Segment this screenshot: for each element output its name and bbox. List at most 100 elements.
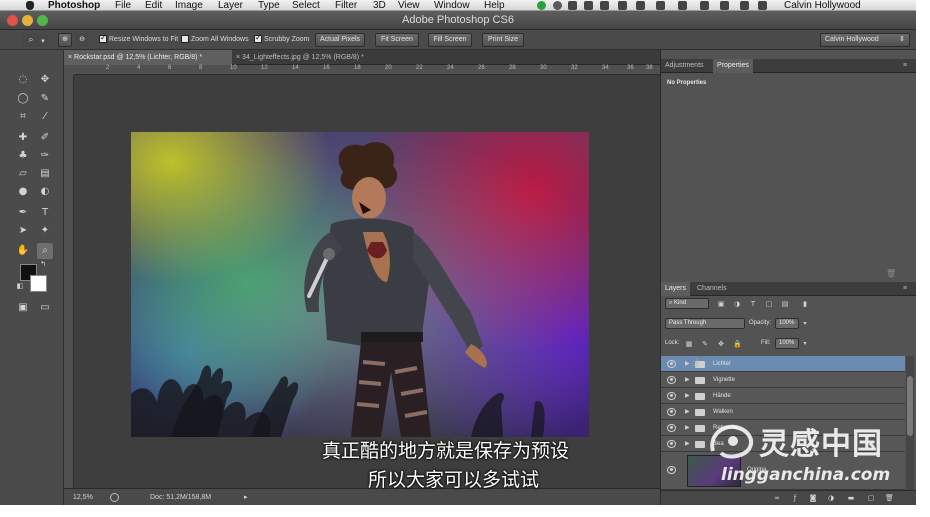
- history-brush-tool-icon[interactable]: ✑: [37, 148, 53, 164]
- visibility-eye-icon[interactable]: [667, 376, 676, 384]
- zoom-level[interactable]: 12,5%: [73, 489, 93, 505]
- tab-properties[interactable]: Properties: [713, 59, 753, 73]
- zoom-out-button[interactable]: ⊖: [75, 33, 89, 47]
- expand-arrow-icon[interactable]: ▶: [685, 436, 690, 452]
- filter-kind-dropdown[interactable]: ⌕ Kind: [665, 298, 709, 309]
- zoom-all-checkbox[interactable]: [181, 35, 189, 43]
- resize-windows-checkbox[interactable]: [99, 33, 107, 43]
- menu-select[interactable]: Select: [292, 0, 320, 11]
- expand-arrow-icon[interactable]: ▶: [685, 420, 690, 436]
- status-green-icon[interactable]: [537, 1, 546, 10]
- scrubby-zoom-checkbox[interactable]: [254, 33, 262, 43]
- visibility-eye-icon[interactable]: [667, 360, 676, 368]
- expand-arrow-icon[interactable]: ▶: [685, 356, 690, 372]
- eraser-tool-icon[interactable]: ▱: [15, 166, 31, 182]
- layer-group-haende[interactable]: ▶ Hände: [661, 388, 905, 404]
- tab-channels[interactable]: Channels: [693, 282, 731, 296]
- brush-tool-icon[interactable]: ✐: [37, 130, 53, 146]
- new-adjustment-icon[interactable]: ◑: [827, 494, 835, 502]
- keyboard-flag-icon[interactable]: [700, 1, 709, 10]
- status-timemachine-icon[interactable]: [618, 1, 627, 10]
- expand-arrow-icon[interactable]: ▶: [685, 372, 690, 388]
- battery-icon[interactable]: [720, 1, 729, 10]
- filter-pixel-icon[interactable]: ▣: [717, 300, 725, 308]
- status-sync-icon[interactable]: [600, 1, 609, 10]
- menu-layer[interactable]: Layer: [218, 0, 243, 11]
- print-size-button[interactable]: Print Size: [482, 33, 524, 47]
- clone-stamp-tool-icon[interactable]: ♣: [15, 148, 31, 164]
- menu-window[interactable]: Window: [434, 0, 470, 11]
- tab-lighteffects[interactable]: × 34_Lighteffects.jpg @ 12,5% (RGB/8) *: [232, 50, 402, 65]
- menu-type[interactable]: Type: [258, 0, 280, 11]
- volume-icon[interactable]: [656, 1, 665, 10]
- fill-input[interactable]: 100%: [775, 338, 799, 349]
- gradient-tool-icon[interactable]: ▤: [37, 166, 53, 182]
- filter-smart-object-icon[interactable]: ▤: [781, 300, 789, 308]
- workspace-switcher[interactable]: Calvin Hollywood ⇕: [820, 33, 910, 47]
- menu-image[interactable]: Image: [175, 0, 203, 11]
- dodge-tool-icon[interactable]: ◐: [37, 184, 53, 200]
- tab-rockstar[interactable]: × Rockstar.psd @ 12,5% (Lichter, RGB/8) …: [64, 50, 232, 65]
- vertical-ruler[interactable]: [64, 75, 74, 488]
- blur-tool-icon[interactable]: ●: [15, 184, 31, 200]
- healing-brush-tool-icon[interactable]: ✚: [15, 130, 31, 146]
- close-tab-icon[interactable]: ×: [68, 54, 72, 61]
- marquee-tool-icon[interactable]: ◌: [15, 72, 31, 88]
- filter-adjustment-icon[interactable]: ◑: [733, 300, 741, 308]
- lasso-tool-icon[interactable]: ◯: [15, 91, 31, 107]
- filter-shape-icon[interactable]: ▢: [765, 300, 773, 308]
- visibility-eye-icon[interactable]: [667, 424, 676, 432]
- status-app-icon[interactable]: [568, 1, 577, 10]
- opacity-chevron-icon[interactable]: ▾: [801, 320, 809, 328]
- menu-3d[interactable]: 3D: [373, 0, 386, 11]
- visibility-eye-icon[interactable]: [667, 466, 676, 474]
- path-selection-tool-icon[interactable]: ➤: [15, 223, 31, 239]
- status-circle-icon[interactable]: [553, 1, 562, 10]
- panel-menu-icon[interactable]: ≡: [899, 282, 911, 296]
- menu-photoshop[interactable]: Photoshop: [48, 0, 100, 11]
- fill-chevron-icon[interactable]: ▾: [801, 340, 809, 348]
- lock-all-icon[interactable]: 🔒: [733, 340, 742, 348]
- blend-mode-dropdown[interactable]: Pass Through: [665, 318, 745, 329]
- pen-tool-icon[interactable]: ✒: [15, 205, 31, 221]
- expand-arrow-icon[interactable]: ▶: [685, 404, 690, 420]
- screen-mode-icon[interactable]: ▭: [37, 300, 53, 316]
- visibility-eye-icon[interactable]: [667, 392, 676, 400]
- panel-menu-icon[interactable]: ≡: [899, 59, 911, 73]
- visibility-eye-icon[interactable]: [667, 408, 676, 416]
- wifi-icon[interactable]: [636, 1, 645, 10]
- visibility-eye-icon[interactable]: [667, 440, 676, 448]
- opacity-input[interactable]: 100%: [775, 318, 799, 329]
- tool-preset-picker[interactable]: ⌕ ▾: [22, 33, 48, 47]
- new-group-icon[interactable]: ▬: [847, 494, 855, 502]
- filter-toggle-icon[interactable]: ▮: [801, 300, 809, 308]
- layer-style-fx-icon[interactable]: ƒ: [791, 494, 799, 502]
- lock-transparent-icon[interactable]: ▦: [685, 340, 693, 348]
- clock-icon[interactable]: [740, 1, 749, 10]
- zoom-in-button[interactable]: ⊕: [58, 33, 72, 47]
- menu-filter[interactable]: Filter: [335, 0, 357, 11]
- screen-icon[interactable]: [758, 1, 767, 10]
- horizontal-ruler[interactable]: 2 4 6 8 10 12 14 16 18 20 22 24 26 28 30…: [74, 65, 660, 75]
- expand-arrow-icon[interactable]: ▶: [685, 388, 690, 404]
- tab-layers[interactable]: Layers: [661, 282, 691, 296]
- actual-pixels-button[interactable]: Actual Pixels: [315, 33, 365, 47]
- zoom-tool-active-icon[interactable]: ⌕: [37, 243, 53, 259]
- lock-position-icon[interactable]: ✥: [717, 340, 725, 348]
- hand-tool-icon[interactable]: ✋: [15, 243, 31, 259]
- delete-layer-icon[interactable]: 🗑: [885, 494, 894, 502]
- fill-screen-button[interactable]: Fill Screen: [428, 33, 472, 47]
- ruler-origin[interactable]: [64, 65, 74, 75]
- rockstar-photo-canvas[interactable]: [131, 132, 589, 437]
- minimize-window-button[interactable]: [22, 15, 33, 26]
- eyedropper-tool-icon[interactable]: ⁄: [37, 109, 53, 125]
- menu-file[interactable]: File: [115, 0, 131, 11]
- menu-user-name[interactable]: Calvin Hollywood: [784, 0, 861, 11]
- quick-selection-tool-icon[interactable]: ✎: [37, 91, 53, 107]
- lock-image-icon[interactable]: ✎: [701, 340, 709, 348]
- menu-edit[interactable]: Edit: [145, 0, 162, 11]
- default-colors-icon[interactable]: ◧: [15, 281, 25, 291]
- crop-tool-icon[interactable]: ⌗: [15, 109, 31, 125]
- layer-group-vignette[interactable]: ▶ Vignette: [661, 372, 905, 388]
- close-tab-icon[interactable]: ×: [236, 54, 240, 61]
